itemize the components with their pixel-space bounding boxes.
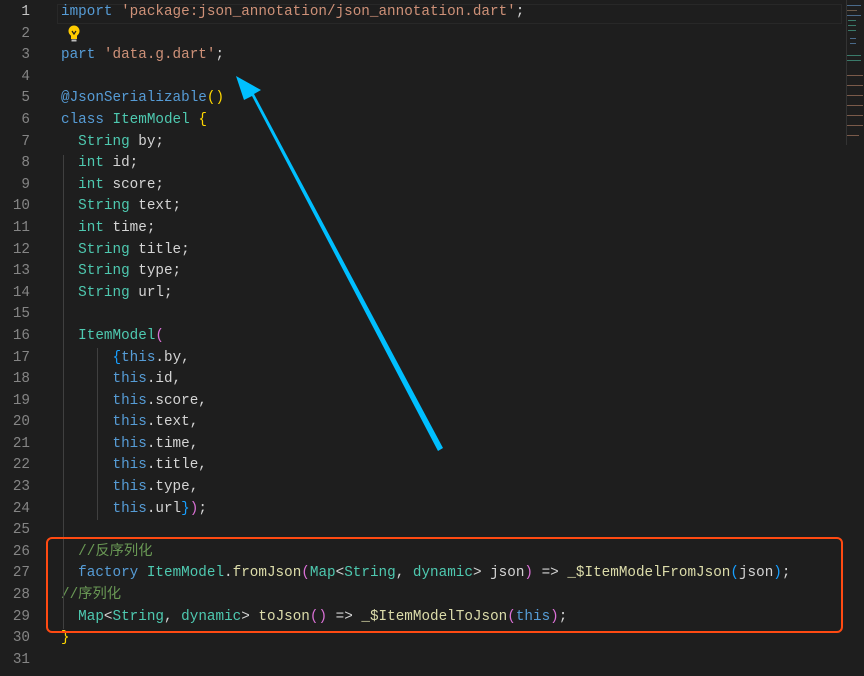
annotation-arrow: [236, 76, 443, 451]
